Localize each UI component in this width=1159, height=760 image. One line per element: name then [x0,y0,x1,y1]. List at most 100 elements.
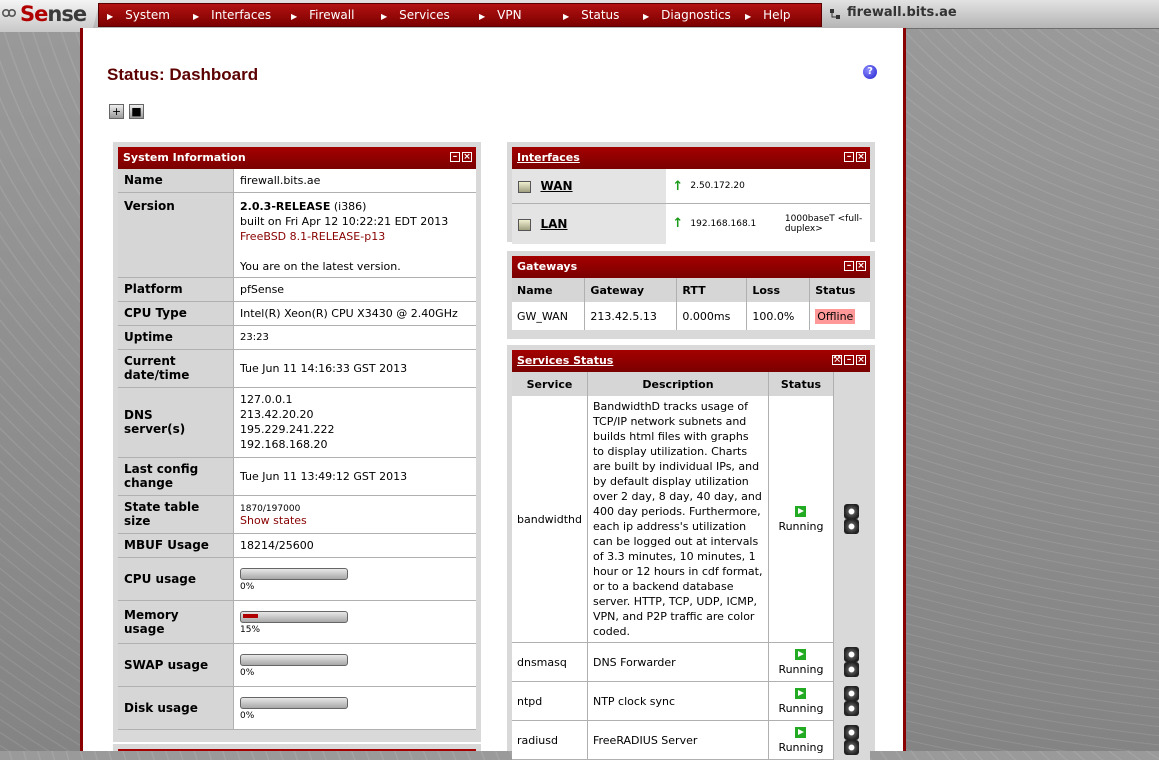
minimize-icon[interactable]: – [844,355,854,365]
column-header: Name [512,278,586,302]
gateway-rtt: 0.000ms [676,302,748,330]
configure-icon[interactable]: ⚒ [832,355,842,365]
row-label: Current date/time [118,349,234,388]
running-icon [795,505,807,517]
stop-service-icon[interactable] [844,662,860,677]
row-label: MBUF Usage [118,533,234,558]
service-row: ntpd NTP clock sync Running [512,681,870,721]
column-header: Description [587,372,769,396]
interface-media: 1000baseT <full-duplex> [784,213,863,234]
interfaces-table: WAN ↑ 2.50.172.20 LAN ↑ 192.168.168.1 10… [512,169,870,244]
interface-wan-link[interactable]: WAN [541,179,573,193]
interface-lan-link[interactable]: LAN [541,217,568,231]
name-value: firewall.bits.ae [233,169,476,193]
column-header: RTT [676,278,748,302]
running-icon [795,687,807,699]
stop-service-icon[interactable] [844,740,860,755]
column-header: Gateway [584,278,678,302]
interface-ip: 2.50.172.20 [689,169,784,204]
gateway-name: GW_WAN [512,302,586,330]
mbuf-value: 18214/25600 [233,533,476,558]
status-up-icon: ↑ [672,178,684,194]
close-icon[interactable]: × [856,355,866,365]
help-icon[interactable]: ? [863,65,877,79]
page-title: Status: Dashboard [107,65,259,84]
last-config-value: Tue Jun 11 13:49:12 GST 2013 [233,457,476,496]
close-icon[interactable]: × [462,152,472,162]
menu-help[interactable]: ▶ Help [745,4,791,26]
disk-usage-value: 0% [233,686,476,730]
widget-header: System Information – × [118,147,476,169]
dns-servers-value: 127.0.0.1 213.42.20.20 195.229.241.222 192.… [233,387,476,458]
add-widget-icon[interactable]: + [109,104,124,119]
service-status: Running [768,720,834,760]
minimize-icon[interactable]: – [844,261,854,271]
service-row: radiusd FreeRADIUS Server Running [512,720,870,760]
service-description: DNS Forwarder [587,642,769,682]
restart-service-icon[interactable] [844,504,860,520]
current-date-value: Tue Jun 11 14:16:33 GST 2013 [233,349,476,388]
service-description: NTP clock sync [587,681,769,721]
row-label: CPU Type [118,301,234,326]
services-table: Service Description Status bandwidthd Ba… [512,372,870,760]
save-settings-icon[interactable]: ■ [129,104,144,119]
widget-title: System Information [123,151,246,164]
interface-icon [518,218,531,231]
menu-system[interactable]: ▶ System [107,4,170,26]
row-label: Uptime [118,325,234,350]
widget-header: Gateways – × [512,256,870,278]
menu-vpn[interactable]: ▶ VPN [479,4,522,26]
hostname-label: firewall.bits.ae [847,5,957,20]
service-name: dnsmasq [512,642,588,682]
menu-firewall[interactable]: ▶ Firewall [291,4,354,26]
interface-icon [518,181,531,193]
service-status: Running [768,642,834,682]
swap-usage-bar [240,653,348,666]
stop-service-icon[interactable] [844,519,860,535]
cpu-usage-bar [240,567,348,580]
restart-service-icon[interactable] [844,647,860,662]
interface-row: LAN ↑ 192.168.168.1 1000baseT <full-dupl… [512,203,870,244]
service-row: bandwidthd BandwidthD tracks usage of TC… [512,396,870,643]
main-menu: ▶ System ▶ Interfaces ▶ Firewall ▶ Services … [98,3,822,27]
system-info-table: Name firewall.bits.ae Version 2.0.3-RELEA… [118,169,476,730]
menu-interfaces[interactable]: ▶ Interfaces [193,4,271,26]
minimize-icon[interactable]: – [450,152,460,162]
stop-service-icon[interactable] [844,701,860,716]
menu-diagnostics[interactable]: ▶ Diagnostics [643,4,731,26]
content-panel: Status: Dashboard ? + ■ System Informati… [80,28,906,760]
show-states-link[interactable]: Show states [240,514,307,527]
version-value: 2.0.3-RELEASE (i386) built on Fri Apr 12… [233,192,476,278]
column-header: Status [809,278,870,302]
services-title-link[interactable]: Services Status [517,354,613,367]
swap-usage-value: 0% [233,643,476,687]
row-label: CPU usage [118,557,234,601]
column-header: Status [768,372,834,396]
menu-services[interactable]: ▶ Services [381,4,450,26]
row-label: DNS server(s) [118,387,234,458]
restart-service-icon[interactable] [844,686,860,701]
restart-service-icon[interactable] [844,725,860,740]
cpu-type-value: Intel(R) Xeon(R) CPU X3430 @ 2.40GHz [233,301,476,326]
service-status: Running [768,681,834,721]
row-label: Name [118,169,234,193]
close-icon[interactable]: × [856,261,866,271]
menu-status[interactable]: ▶ Status [563,4,619,26]
service-row: dnsmasq DNS Forwarder Running [512,642,870,682]
interfaces-title-link[interactable]: Interfaces [517,151,580,164]
memory-usage-value: 15% [233,600,476,644]
gateway-loss: 100.0% [746,302,811,330]
minimize-icon[interactable]: – [844,152,854,162]
gateway-row: GW_WAN 213.42.5.13 0.000ms 100.0% Offlin… [512,302,870,330]
interface-row: WAN ↑ 2.50.172.20 [512,169,870,204]
running-icon [795,648,807,660]
row-label: State table size [118,495,234,534]
disk-usage-bar [240,696,348,709]
close-icon[interactable]: × [856,152,866,162]
memory-usage-bar [240,610,348,623]
running-icon [795,726,807,738]
row-label: SWAP usage [118,643,234,687]
uptime-value: 23:23 [233,325,476,350]
state-table-value: 1870/197000 Show states [233,495,476,534]
service-description: FreeRADIUS Server [587,720,769,760]
